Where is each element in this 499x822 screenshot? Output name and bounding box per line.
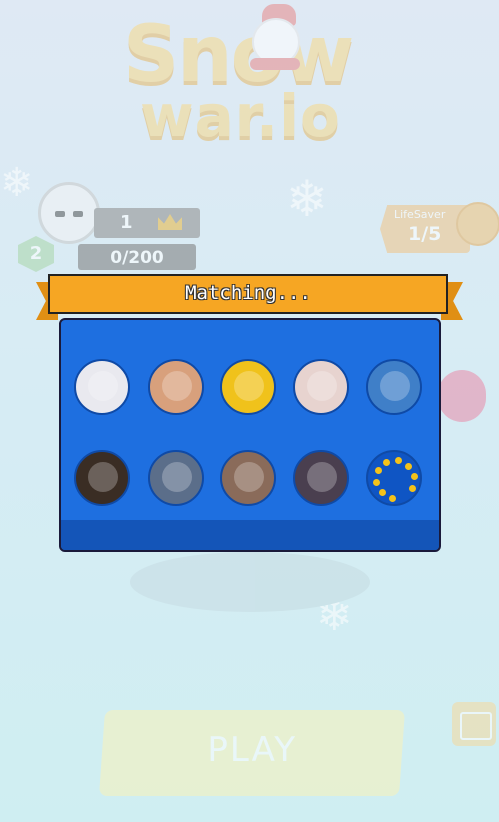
player-avatar-dogs bbox=[293, 450, 349, 506]
player-avatar-atv bbox=[148, 450, 204, 506]
spinner-dot bbox=[375, 467, 383, 475]
spinner-dot bbox=[408, 484, 416, 492]
snowflake-icon: ❄ bbox=[0, 160, 34, 206]
spinner-dot bbox=[410, 473, 418, 481]
snowflake-icon: ❄ bbox=[286, 170, 328, 228]
snowman-scarf-icon bbox=[250, 58, 300, 70]
spinner-dot bbox=[405, 462, 413, 470]
panel-footer bbox=[61, 520, 439, 550]
player-avatar-snowman bbox=[74, 359, 130, 415]
player-avatar[interactable] bbox=[38, 182, 100, 244]
side-character-icon bbox=[438, 370, 486, 422]
play-button[interactable]: PLAY bbox=[98, 710, 406, 796]
level-gem: 2 bbox=[18, 236, 54, 272]
play-button-label: PLAY bbox=[207, 730, 298, 770]
spinner-dot bbox=[389, 494, 397, 502]
crown-icon bbox=[158, 214, 182, 230]
xp-value: 0/200 bbox=[110, 248, 164, 268]
lifesaver-label: LifeSaver bbox=[394, 208, 446, 221]
rank-bar: 1 bbox=[94, 208, 200, 238]
loading-spinner bbox=[366, 450, 422, 506]
xp-bar: 0/200 bbox=[78, 244, 196, 270]
spinner-dot bbox=[394, 457, 402, 465]
avatar-image bbox=[234, 462, 264, 492]
avatar-image bbox=[162, 462, 192, 492]
player-avatar-puppy-pink bbox=[293, 359, 349, 415]
piggy-bank-icon[interactable] bbox=[456, 202, 499, 246]
player-avatar-tree bbox=[366, 359, 422, 415]
spinner-dot bbox=[373, 478, 381, 486]
calendar-icon bbox=[460, 712, 492, 740]
avatar-image bbox=[162, 371, 192, 401]
level-value: 2 bbox=[29, 243, 43, 264]
avatar-image bbox=[234, 371, 264, 401]
character-pedestal bbox=[130, 552, 370, 612]
matching-title: Matching... bbox=[185, 282, 311, 304]
rank-value: 1 bbox=[120, 212, 133, 233]
spinner-dot bbox=[383, 459, 391, 467]
logo-line2: war.io bbox=[140, 82, 341, 150]
avatar-image bbox=[88, 462, 118, 492]
avatar-image bbox=[380, 371, 410, 401]
matching-panel bbox=[59, 318, 441, 552]
spinner-dot bbox=[378, 489, 386, 497]
avatar-eye bbox=[55, 211, 65, 217]
avatar-image bbox=[307, 371, 337, 401]
player-avatar-anime bbox=[148, 359, 204, 415]
avatar-image bbox=[88, 371, 118, 401]
player-avatar-landscape bbox=[220, 450, 276, 506]
matching-banner: Matching... bbox=[48, 274, 448, 314]
avatar-image bbox=[307, 462, 337, 492]
lifesaver-count: 1/5 bbox=[408, 223, 442, 245]
player-avatar-pomeranian bbox=[74, 450, 130, 506]
player-avatar-compass bbox=[220, 359, 276, 415]
avatar-eye bbox=[73, 211, 83, 217]
